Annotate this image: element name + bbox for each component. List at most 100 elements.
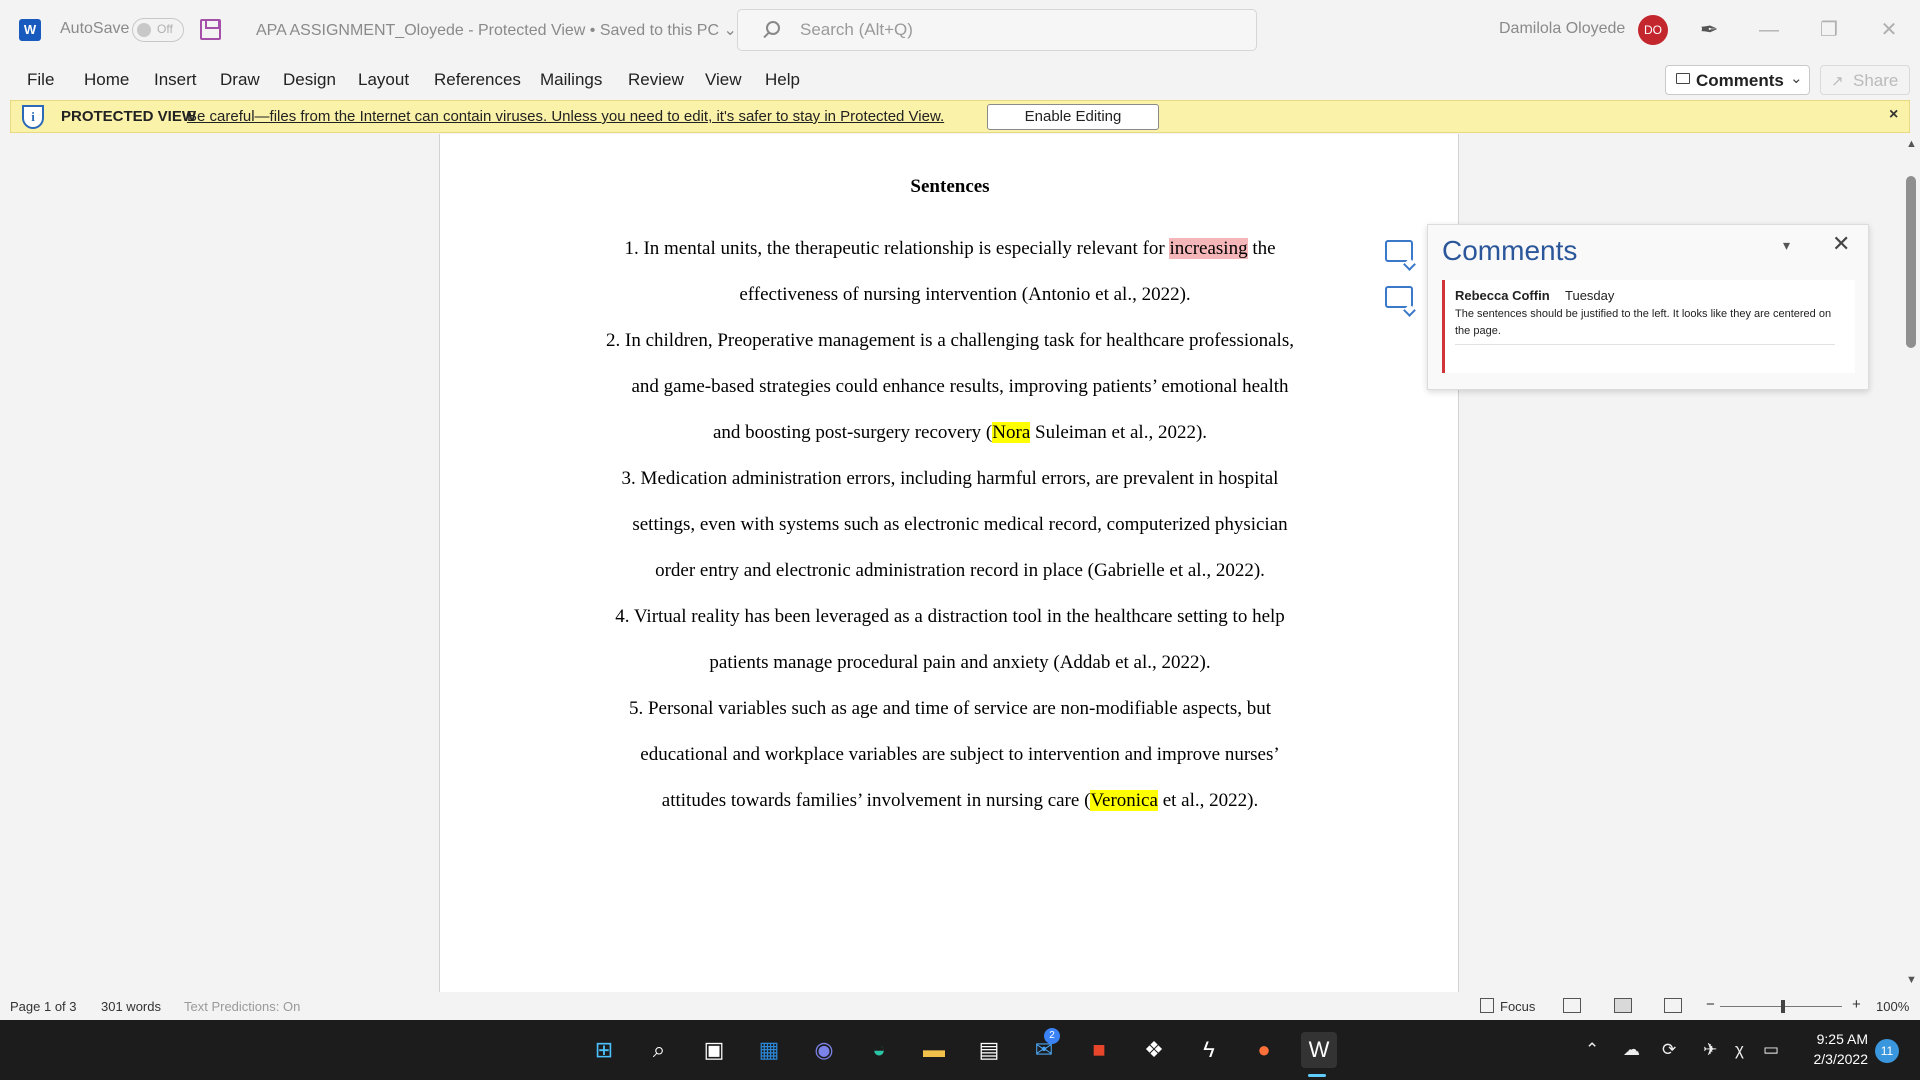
zoom-slider-thumb[interactable] bbox=[1781, 1000, 1785, 1013]
dropbox-button[interactable]: ❖ bbox=[1136, 1032, 1172, 1068]
scroll-down-icon[interactable]: ▼ bbox=[1906, 974, 1917, 986]
item-2-line-3: and boosting post-surgery recovery (Nora… bbox=[440, 422, 1460, 444]
protected-view-message-link[interactable]: Be careful—files from the Internet can c… bbox=[187, 108, 944, 125]
shield-info-icon: i bbox=[22, 105, 44, 129]
tab-design[interactable]: Design bbox=[283, 70, 336, 90]
tab-review[interactable]: Review bbox=[628, 70, 684, 90]
word-count[interactable]: 301 words bbox=[101, 999, 161, 1014]
search-icon bbox=[766, 21, 780, 35]
close-window-button[interactable]: ✕ bbox=[1874, 12, 1904, 48]
protected-view-title: PROTECTED VIEW bbox=[61, 108, 197, 125]
airplane-mode-icon[interactable]: ✈ bbox=[1703, 1040, 1717, 1060]
comments-pane-options-icon[interactable]: ▾ bbox=[1783, 237, 1790, 254]
store-button[interactable]: ▤ bbox=[971, 1032, 1007, 1068]
zoom-level[interactable]: 100% bbox=[1876, 999, 1909, 1014]
notification-badge[interactable]: 11 bbox=[1875, 1039, 1899, 1063]
comments-button-label: Comments bbox=[1696, 71, 1784, 90]
comment-marker-icon[interactable] bbox=[1385, 240, 1413, 262]
ribbon-tabs: File Home Insert Draw Design Layout Refe… bbox=[0, 60, 1920, 100]
comment-marker-icon[interactable] bbox=[1385, 286, 1413, 308]
print-layout-icon[interactable] bbox=[1614, 998, 1632, 1013]
restore-button[interactable]: ❐ bbox=[1814, 12, 1844, 48]
share-button[interactable]: ↗ Share bbox=[1820, 65, 1910, 95]
tab-layout[interactable]: Layout bbox=[358, 70, 409, 90]
avatar[interactable]: DO bbox=[1638, 15, 1668, 45]
tab-file[interactable]: File bbox=[27, 70, 54, 90]
teams-chat-button[interactable]: ◉ bbox=[806, 1032, 842, 1068]
comment-divider bbox=[1455, 344, 1835, 345]
zoom-in-button[interactable]: + bbox=[1852, 996, 1861, 1013]
start-button[interactable]: ⊞ bbox=[586, 1032, 622, 1068]
item-2-line-2: and game-based strategies could enhance … bbox=[631, 376, 1289, 397]
scroll-thumb[interactable] bbox=[1906, 176, 1916, 348]
file-explorer-button[interactable]: ▬ bbox=[916, 1032, 952, 1068]
battery-icon[interactable]: ▭ bbox=[1763, 1040, 1779, 1060]
vertical-scrollbar[interactable]: ▲ ▼ bbox=[1902, 134, 1920, 992]
edge-browser-button[interactable]: ◒ bbox=[861, 1032, 897, 1068]
protected-view-bar: i PROTECTED VIEW Be careful—files from t… bbox=[10, 100, 1910, 133]
focus-icon bbox=[1480, 998, 1494, 1013]
document-title[interactable]: APA ASSIGNMENT_Oloyede - Protected View … bbox=[256, 20, 737, 40]
text-run: and boosting post-surgery recovery ( bbox=[712, 422, 993, 443]
commented-word-increasing[interactable]: increasing bbox=[1169, 238, 1248, 259]
item-3-line-3: order entry and electronic administratio… bbox=[655, 560, 1265, 581]
save-icon[interactable] bbox=[200, 19, 221, 40]
tab-insert[interactable]: Insert bbox=[154, 70, 197, 90]
designer-pen-icon[interactable]: ✒ bbox=[1700, 18, 1724, 42]
focus-mode-button[interactable]: Focus bbox=[1500, 999, 1535, 1014]
comments-pane: Comments ▾ ✕ Rebecca Coffin Tuesday The … bbox=[1427, 224, 1869, 390]
show-hidden-icons-chevron-icon[interactable]: ⌃ bbox=[1585, 1040, 1599, 1060]
tab-view[interactable]: View bbox=[705, 70, 742, 90]
firefox-button[interactable]: ● bbox=[1246, 1032, 1282, 1068]
search-button[interactable]: ⌕ bbox=[641, 1032, 677, 1068]
user-name[interactable]: Damilola Oloyede bbox=[1499, 20, 1625, 38]
minimize-button[interactable]: — bbox=[1754, 12, 1784, 48]
item-1-line-2: effectiveness of nursing intervention (A… bbox=[739, 284, 1191, 305]
search-input[interactable]: Search (Alt+Q) bbox=[737, 9, 1257, 51]
text-predictions-status[interactable]: Text Predictions: On bbox=[184, 999, 300, 1014]
item-2-line-1: 2. In children, Preoperative management … bbox=[606, 330, 1294, 351]
tab-draw[interactable]: Draw bbox=[220, 70, 260, 90]
comments-button[interactable]: Comments ⌄ bbox=[1665, 65, 1810, 95]
autosave-toggle[interactable]: Off bbox=[132, 18, 184, 42]
text-run: attitudes towards families’ involvement … bbox=[661, 790, 1091, 811]
zoom-out-button[interactable]: − bbox=[1706, 996, 1715, 1013]
text-run: Suleiman et al., 2022). bbox=[1030, 422, 1208, 443]
comment-text: The sentences should be justified to the… bbox=[1455, 308, 1832, 337]
item-3-line-1: 3. Medication administration errors, inc… bbox=[621, 468, 1279, 489]
read-mode-icon[interactable] bbox=[1563, 998, 1581, 1013]
page-count[interactable]: Page 1 of 3 bbox=[10, 999, 77, 1014]
web-layout-icon[interactable] bbox=[1664, 998, 1682, 1013]
sync-icon[interactable]: ⟳ bbox=[1662, 1040, 1676, 1060]
comment-card[interactable]: Rebecca Coffin Tuesday The sentences sho… bbox=[1442, 280, 1855, 373]
item-3-line-2: settings, even with systems such as elec… bbox=[632, 514, 1288, 535]
word-taskbar-button[interactable]: W bbox=[1301, 1032, 1337, 1068]
widgets-button[interactable]: ▦ bbox=[751, 1032, 787, 1068]
item-5-line-2: educational and workplace variables are … bbox=[640, 744, 1280, 765]
tab-help[interactable]: Help bbox=[765, 70, 800, 90]
close-protected-bar-button[interactable]: × bbox=[1889, 106, 1898, 124]
task-view-button[interactable]: ▣ bbox=[696, 1032, 732, 1068]
tab-mailings[interactable]: Mailings bbox=[540, 70, 602, 90]
title-bar: W AutoSave Off APA ASSIGNMENT_Oloyede - … bbox=[0, 0, 1920, 60]
scroll-up-icon[interactable]: ▲ bbox=[1906, 138, 1917, 150]
windows-taskbar: ⊞ ⌕ ▣ ▦ ◉ ◒ ▬ ▤ ✉ ■ ❖ ϟ ● W 2 ⌃ ☁ ⟳ ✈ χ ▭ 9:25 AM 2/3… bbox=[0, 1020, 1920, 1080]
clock-date[interactable]: 2/3/2022 bbox=[1806, 1051, 1869, 1067]
item-5-line-3: attitudes towards families’ involvement … bbox=[440, 790, 1460, 812]
close-comments-pane-button[interactable]: ✕ bbox=[1832, 231, 1850, 257]
enable-editing-button[interactable]: Enable Editing bbox=[987, 104, 1159, 130]
volume-muted-icon[interactable]: χ bbox=[1735, 1040, 1744, 1060]
clock-time[interactable]: 9:25 AM bbox=[1812, 1031, 1868, 1047]
tab-references[interactable]: References bbox=[434, 70, 521, 90]
share-button-label: Share bbox=[1853, 71, 1899, 90]
document-page[interactable]: Sentences 1. In mental units, the therap… bbox=[439, 134, 1459, 992]
office-button[interactable]: ■ bbox=[1081, 1032, 1117, 1068]
app-s-button[interactable]: ϟ bbox=[1191, 1032, 1227, 1068]
tab-home[interactable]: Home bbox=[84, 70, 129, 90]
comment-author: Rebecca Coffin bbox=[1455, 288, 1550, 303]
share-icon: ↗ bbox=[1831, 73, 1844, 90]
onedrive-cloud-icon[interactable]: ☁ bbox=[1623, 1040, 1640, 1060]
text-run: et al., 2022). bbox=[1157, 790, 1259, 811]
mail-badge: 2 bbox=[1044, 1028, 1060, 1044]
comment-date: Tuesday bbox=[1565, 288, 1615, 303]
